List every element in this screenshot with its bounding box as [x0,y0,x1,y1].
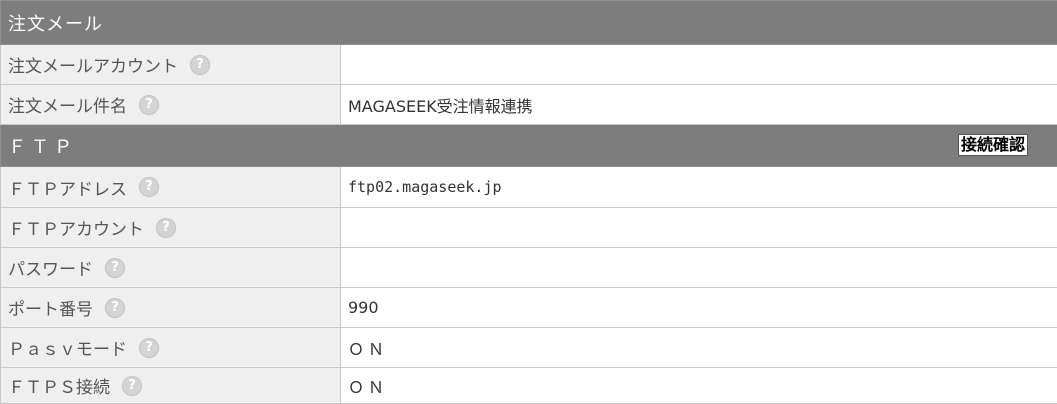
help-icon[interactable]: ? [190,55,210,75]
row-ftps-connection: ＦＴＰＳ接続? ＯＮ [1,368,1057,404]
connection-check-button[interactable]: 接続確認 [958,134,1028,156]
value-ftp-account[interactable] [341,208,1057,248]
label-pasv-mode: Ｐａｓｖモード [8,340,127,360]
row-port-number: ポート番号? 990 [1,288,1057,328]
section-title-ftp: ＦＴＰ [8,137,77,158]
help-icon[interactable]: ? [139,338,159,358]
help-icon[interactable]: ? [105,258,125,278]
row-pasv-mode: Ｐａｓｖモード? ＯＮ [1,328,1057,368]
section-header-cell: 注文メール [1,1,1057,45]
value-ftps-connection[interactable]: ＯＮ [341,368,1057,404]
section-title-order-mail: 注文メール [8,14,103,35]
label-cell: ＦＴＰＳ接続? [1,368,341,404]
label-order-mail-account: 注文メールアカウント [8,57,178,77]
row-order-mail-account: 注文メールアカウント? [1,45,1057,85]
value-ftp-address[interactable]: ftp02.magaseek.jp [341,167,1057,208]
label-order-mail-subject: 注文メール件名 [8,97,127,117]
label-password: パスワード [8,260,93,280]
help-icon[interactable]: ? [122,376,142,396]
label-cell: ポート番号? [1,288,341,328]
help-icon[interactable]: ? [139,177,159,197]
value-password[interactable] [341,248,1057,288]
section-header-order-mail: 注文メール [1,1,1057,45]
row-ftp-account: ＦＴＰアカウント? [1,208,1057,248]
row-ftp-address: ＦＴＰアドレス? ftp02.magaseek.jp [1,167,1057,208]
label-cell: 注文メール件名? [1,85,341,125]
label-ftps-connection: ＦＴＰＳ接続 [8,378,110,398]
section-header-cell: ＦＴＰ 接続確認 [1,125,1057,167]
label-cell: 注文メールアカウント? [1,45,341,85]
label-cell: ＦＴＰアドレス? [1,167,341,208]
row-order-mail-subject: 注文メール件名? MAGASEEK受注情報連携 [1,85,1057,125]
value-order-mail-subject[interactable]: MAGASEEK受注情報連携 [341,85,1057,125]
label-cell: パスワード? [1,248,341,288]
label-cell: ＦＴＰアカウント? [1,208,341,248]
help-icon[interactable]: ? [105,298,125,318]
label-cell: Ｐａｓｖモード? [1,328,341,368]
label-ftp-account: ＦＴＰアカウント [8,220,144,240]
value-order-mail-account[interactable] [341,45,1057,85]
row-password: パスワード? [1,248,1057,288]
value-port-number[interactable]: 990 [341,288,1057,328]
settings-form-table: 注文メール 注文メールアカウント? 注文メール件名? MAGASEEK受注情報連… [0,0,1057,404]
value-pasv-mode[interactable]: ＯＮ [341,328,1057,368]
label-port-number: ポート番号 [8,300,93,320]
help-icon[interactable]: ? [139,95,159,115]
label-ftp-address: ＦＴＰアドレス [8,180,127,200]
section-header-ftp: ＦＴＰ 接続確認 [1,125,1057,167]
help-icon[interactable]: ? [156,218,176,238]
